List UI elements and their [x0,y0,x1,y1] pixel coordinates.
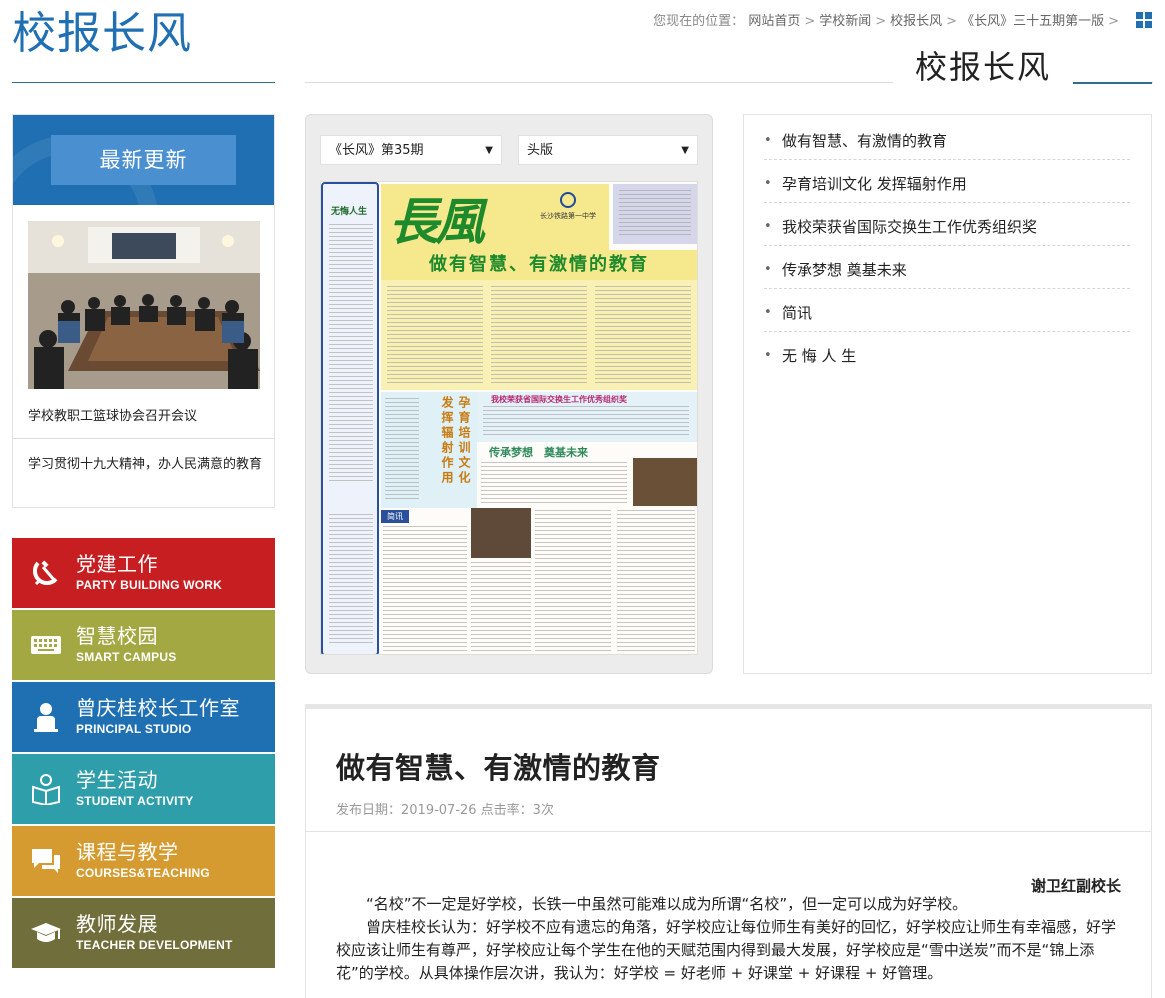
paper-photo [633,458,697,506]
breadcrumb: 您现在的位置： 网站首页 > 学校新闻 > 校报长风 > 《长风》三十五期第一版 > [653,10,1123,29]
sitemap-grid-icon[interactable] [1136,12,1152,28]
paper-masthead: 長風 长沙铁路第一中学 [381,184,609,251]
paper-logo: 長風 [389,192,485,251]
article-paragraph: “名校”不一定是好学校，长铁一中虽然可能难以成为所谓“名校”，但一定可以成为好学… [366,895,968,913]
paper-top-right-box [613,184,697,244]
nav-label-cn: 曾庆桂校长工作室 [76,696,240,720]
nav-label-cn: 教师发展 [76,912,158,936]
latest-item-caption[interactable]: 学校教职工篮球协会召开会议 [28,405,197,424]
nav-courses-teaching[interactable]: 课程与教学 COURSES&TEACHING [12,826,275,896]
nav-label-cn: 学生活动 [76,768,158,792]
article-title: 做有智慧、有激情的教育 [336,751,661,785]
list-item-title: 简讯 [782,304,813,322]
chevron-down-icon: ▼ [681,145,689,156]
breadcrumb-item-home[interactable]: 网站首页 [748,14,800,29]
nav-label-cn: 党建工作 [76,552,158,576]
paper-headline: 做有智慧、有激情的教育 [381,250,697,280]
breadcrumb-item-paper[interactable]: 校报长风 [890,14,942,29]
nav-smart-campus[interactable]: 智慧校园 SMART CAMPUS [12,610,275,680]
breadcrumb-separator: > [1108,14,1119,29]
bullet-icon: • [764,219,772,234]
nav-principal-studio[interactable]: 曾庆桂校长工作室 PRINCIPAL STUDIO [12,682,275,752]
site-title: 校报长风 [12,8,192,59]
bullet-icon: • [764,176,772,191]
paper-brief-label: 简讯 [381,510,409,523]
list-item-title: 我校荣获省国际交换生工作优秀组织奖 [782,218,1038,236]
latest-updates-button[interactable]: 最新更新 [51,135,236,185]
page-select-value: 头版 [527,143,554,158]
bullet-icon: • [764,348,772,363]
list-item[interactable]: • 传承梦想 奠基未来 [764,246,1130,289]
chevron-down-icon: ▼ [485,145,493,156]
issue-select[interactable]: 《长风》第35期 ▼ [320,135,502,165]
paper-vertical-title: 孕育培训文化 发挥辐射作用 [440,396,471,486]
list-item[interactable]: • 我校荣获省国际交换生工作优秀组织奖 [764,203,1130,246]
latest-news-photo[interactable] [28,221,260,389]
article-panel: 做有智慧、有激情的教育 发布日期：2019-07-26 点击率：3次 谢卫红副校… [305,704,1152,998]
nav-label-cn: 智慧校园 [76,624,158,648]
list-item[interactable]: • 做有智慧、有激情的教育 [764,117,1130,160]
paper-photo [471,508,531,558]
section-divider-accent [1072,82,1152,84]
breadcrumb-prefix: 您现在的位置： [653,14,745,29]
person-icon [34,703,58,732]
title-underline [12,82,275,83]
paper-award-box: 我校荣获省国际交换生工作优秀组织奖 [477,392,697,442]
latest-updates-header: 最新更新 [13,115,274,205]
article-meta: 发布日期：2019-07-26 点击率：3次 [336,803,554,818]
paper-school-label: 长沙铁路第一中学 [540,212,596,220]
chat-bubbles-icon [32,849,60,873]
list-item-title: 无 悔 人 生 [782,347,857,365]
breadcrumb-item-current[interactable]: 《长风》三十五期第一版 [961,14,1104,29]
nav-label-en: STUDENT ACTIVITY [76,794,194,808]
breadcrumb-separator: > [875,14,887,29]
page-select[interactable]: 头版 ▼ [518,135,698,165]
category-nav: 党建工作 PARTY BUILDING WORK 智慧校园 SMART CAMP… [12,538,275,970]
paper-award-title: 我校荣获省国际交换生工作优秀组织奖 [491,395,627,404]
nav-label-en: PRINCIPAL STUDIO [76,722,192,736]
list-item-title: 做有智慧、有激情的教育 [782,132,948,150]
article-divider [306,831,1151,832]
nav-label-en: COURSES&TEACHING [76,866,210,880]
paper-school-name: 长沙铁路第一中学 [533,192,603,242]
latest-item-link[interactable]: 学习贯彻十九大精神，办人民满意的教育 [28,455,263,475]
nav-label-en: SMART CAMPUS [76,650,177,664]
nav-label-cn: 课程与教学 [76,840,179,864]
list-item-title: 传承梦想 奠基未来 [782,261,907,279]
hammer-sickle-icon [32,560,58,586]
article-body: “名校”不一定是好学校，长铁一中虽然可能难以成为所谓“名校”，但一定可以成为好学… [336,893,1122,985]
bullet-icon: • [764,305,772,320]
nav-teacher-development[interactable]: 教师发展 TEACHER DEVELOPMENT [12,898,275,968]
list-item[interactable]: • 无 悔 人 生 [764,332,1130,375]
breadcrumb-separator: > [804,14,816,29]
breadcrumb-separator: > [946,14,958,29]
paper-left-column-title: 无悔人生 [331,207,368,217]
issue-select-value: 《长风》第35期 [329,143,424,158]
latest-updates-panel: 最新更新 学校教职工篮球协会召开会议 学习贯彻十九大精神，办人民满意的教育 [12,114,275,508]
list-item[interactable]: • 简讯 [764,289,1130,332]
latest-divider [13,438,274,439]
paper-left-column: 无悔人生 [321,182,379,654]
section-title: 校报长风 [893,44,1073,90]
nav-label-en: TEACHER DEVELOPMENT [76,938,233,952]
keyboard-icon [31,636,61,654]
list-item[interactable]: • 孕育培训文化 发挥辐射作用 [764,160,1130,203]
article-paragraph: 曾庆桂校长认为：好学校不应有遗忘的角落，好学校应让每位师生有美好的回忆，好学校应… [336,918,1117,982]
breadcrumb-item-news[interactable]: 学校新闻 [819,14,871,29]
newspaper-viewer: 《长风》第35期 ▼ 头版 ▼ 无悔人生 長風 长沙铁路第一中学 做有智慧、有激… [305,114,713,674]
nav-party-building[interactable]: 党建工作 PARTY BUILDING WORK [12,538,275,608]
paper-subtitle: 传承梦想 奠基未来 [489,446,588,459]
bullet-icon: • [764,133,772,148]
headline-list: • 做有智慧、有激情的教育 • 孕育培训文化 发挥辐射作用 • 我校荣获省国际交… [743,114,1152,674]
reading-student-icon [32,774,60,805]
graduation-cap-icon [31,923,61,942]
bullet-icon: • [764,262,772,277]
school-emblem-icon [560,192,576,208]
nav-student-activity[interactable]: 学生活动 STUDENT ACTIVITY [12,754,275,824]
list-item-title: 孕育培训文化 发挥辐射作用 [782,175,967,193]
nav-label-en: PARTY BUILDING WORK [76,578,223,592]
newspaper-page-image[interactable]: 无悔人生 長風 长沙铁路第一中学 做有智慧、有激情的教育 孕育培训文化 发挥辐射… [320,181,698,655]
paper-lead-article [381,280,697,390]
